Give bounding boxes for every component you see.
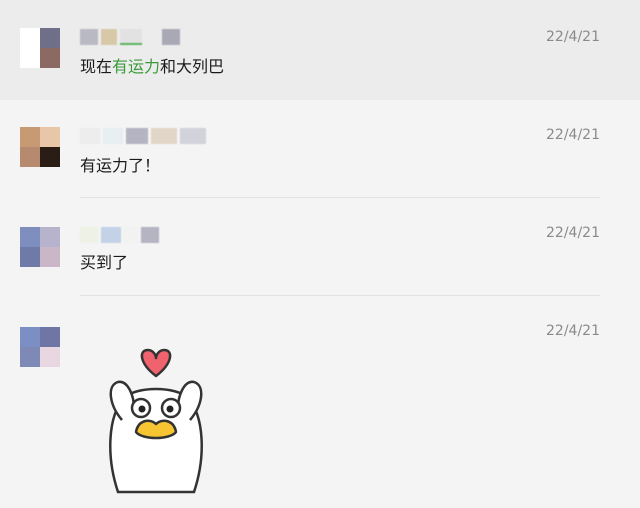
comment-text-segment: 现在 — [80, 57, 113, 76]
comment-item[interactable]: 22/4/21 有运力了！ — [0, 100, 640, 198]
username-blurred[interactable] — [80, 127, 206, 145]
duck-heart-sticker[interactable] — [96, 346, 216, 496]
avatar[interactable] — [20, 127, 60, 167]
username-blurred[interactable] — [80, 28, 180, 46]
comment-item[interactable]: 22/4/21 买到了 — [0, 198, 640, 296]
comment-time: 22/4/21 — [546, 323, 600, 339]
avatar[interactable] — [20, 28, 60, 68]
comment-item[interactable]: 22/4/21 现在有运力和大列巴 — [0, 0, 640, 100]
comment-text-segment: 和大列巴 — [160, 57, 225, 76]
avatar[interactable] — [20, 227, 60, 267]
comment-text-segment: 买到了 — [80, 253, 129, 272]
comment-time: 22/4/21 — [546, 29, 600, 45]
duck-beak — [134, 419, 178, 440]
heart-icon — [140, 348, 172, 378]
comment-time: 22/4/21 — [546, 225, 600, 241]
avatar[interactable] — [20, 327, 60, 367]
username-blurred[interactable] — [80, 226, 159, 244]
comment-text-segment: 有运力了！ — [80, 156, 161, 175]
comment-text: 买到了 — [80, 249, 128, 273]
highlighted-keyword: 有运力 — [112, 57, 161, 76]
comment-time: 22/4/21 — [546, 127, 600, 143]
comment-text: 有运力了！ — [80, 152, 160, 176]
comment-text: 现在有运力和大列巴 — [80, 53, 224, 77]
comment-list: 22/4/21 现在有运力和大列巴 22/4/21 有运力了！ 22/4/21 … — [0, 0, 640, 508]
